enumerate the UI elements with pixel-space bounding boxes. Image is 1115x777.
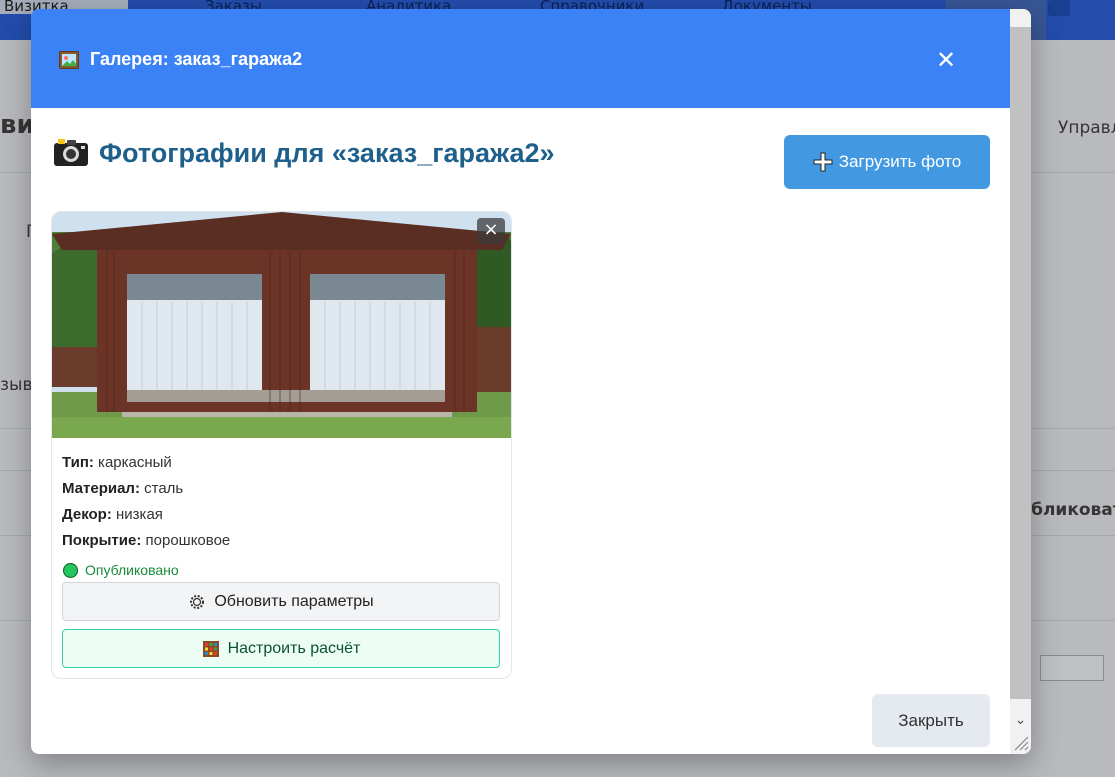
- update-parameters-button[interactable]: Обновить параметры: [62, 582, 500, 621]
- plus-icon: [813, 152, 833, 172]
- property-decor: Декор: низкая: [62, 504, 230, 530]
- status-badge: Опубликовано: [63, 562, 179, 578]
- property-value: сталь: [144, 480, 184, 497]
- scroll-down-arrow-icon[interactable]: ⌄: [1010, 712, 1031, 728]
- property-label: Материал:: [62, 480, 140, 497]
- photo-properties: Тип: каркасный Материал: сталь Декор: ни…: [62, 452, 230, 556]
- property-value: порошковое: [145, 532, 231, 549]
- status-text: Опубликовано: [85, 562, 179, 578]
- gear-icon: [190, 594, 205, 609]
- property-label: Декор:: [62, 506, 112, 523]
- upload-photo-label: Загрузить фото: [838, 152, 962, 171]
- property-value: низкая: [116, 506, 163, 523]
- frame-picture-icon: [59, 51, 79, 69]
- gallery-modal: Галерея: заказ_гаража2 ✕ ⌄ Фотографии дл…: [31, 9, 1031, 754]
- property-value: каркасный: [98, 454, 172, 471]
- resize-grip-icon[interactable]: [1011, 733, 1029, 751]
- garage-photo[interactable]: [52, 212, 511, 438]
- gallery-heading-text: Фотографии для «заказ_гаража2»: [99, 138, 555, 168]
- property-label: Тип:: [62, 454, 94, 471]
- scrollbar-thumb[interactable]: [1010, 27, 1031, 699]
- property-material: Материал: сталь: [62, 478, 230, 504]
- upload-photo-button[interactable]: Загрузить фото: [784, 135, 990, 189]
- modal-scrollbar[interactable]: ⌄: [1010, 9, 1031, 754]
- green-circle-icon: [63, 562, 78, 578]
- close-icon[interactable]: ✕: [934, 48, 958, 73]
- abacus-icon: [202, 640, 219, 657]
- property-type: Тип: каркасный: [62, 452, 230, 478]
- gallery-heading: Фотографии для «заказ_гаража2»: [53, 137, 555, 169]
- delete-photo-icon[interactable]: ×: [477, 218, 505, 244]
- modal-title: Галерея: заказ_гаража2: [90, 49, 303, 69]
- close-button[interactable]: Закрыть: [872, 694, 990, 747]
- configure-calculation-label: Настроить расчёт: [227, 639, 361, 657]
- modal-header: Галерея: заказ_гаража2 ✕: [31, 9, 1010, 108]
- property-coating: Покрытие: порошковое: [62, 530, 230, 556]
- camera-icon: [54, 139, 88, 166]
- update-parameters-label: Обновить параметры: [214, 592, 374, 610]
- configure-calculation-button[interactable]: Настроить расчёт: [62, 629, 500, 668]
- photo-card: × Тип: каркасный Материал: сталь Декор: …: [51, 211, 512, 679]
- property-label: Покрытие:: [62, 532, 142, 549]
